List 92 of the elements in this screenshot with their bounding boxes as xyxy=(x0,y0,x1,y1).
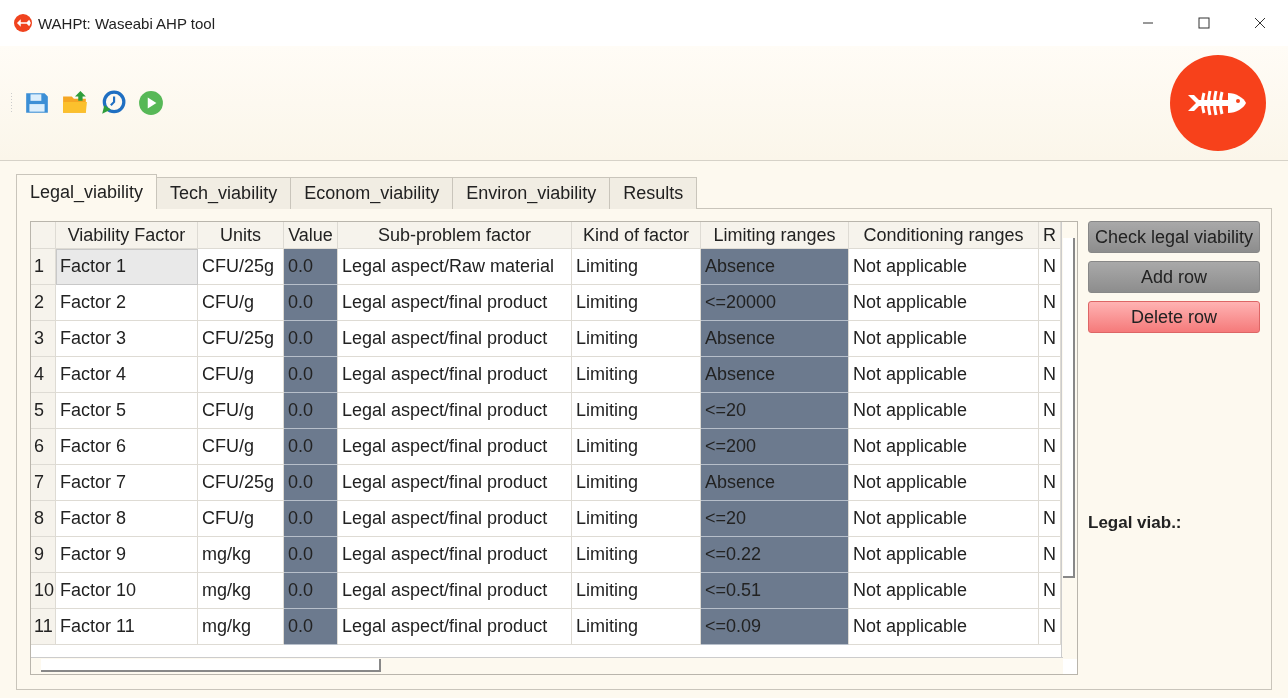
column-header[interactable]: Limiting ranges xyxy=(701,222,849,249)
table-cell: Factor 8 xyxy=(56,501,198,537)
table-cell: Not applicable xyxy=(849,393,1039,429)
tab[interactable]: Results xyxy=(609,177,698,209)
table-cell: 0.0 xyxy=(284,501,338,537)
table-cell: Legal aspect/final product xyxy=(338,573,572,609)
table-cell: Factor 11 xyxy=(56,609,198,645)
table-cell: Factor 4 xyxy=(56,357,198,393)
table-cell: 0.0 xyxy=(284,285,338,321)
table-cell: Not applicable xyxy=(849,609,1039,645)
table-cell: 0.0 xyxy=(284,357,338,393)
row-header[interactable]: 4 xyxy=(31,357,56,393)
row-header[interactable]: 3 xyxy=(31,321,56,357)
table-cell: Legal aspect/final product xyxy=(338,429,572,465)
row-header[interactable]: 1 xyxy=(31,249,56,285)
row-header[interactable]: 5 xyxy=(31,393,56,429)
table-cell: Factor 6 xyxy=(56,429,198,465)
column-header[interactable]: R xyxy=(1039,222,1061,249)
table-cell: Legal aspect/final product xyxy=(338,357,572,393)
table-cell: Factor 7 xyxy=(56,465,198,501)
table-cell: Legal aspect/Raw material xyxy=(338,249,572,285)
folder-icon[interactable] xyxy=(62,90,88,116)
table-cell: Legal aspect/final product xyxy=(338,285,572,321)
table-cell: 0.0 xyxy=(284,609,338,645)
row-header[interactable]: 6 xyxy=(31,429,56,465)
table-cell: Factor 9 xyxy=(56,537,198,573)
app-icon xyxy=(14,14,32,32)
table-cell: Legal aspect/final product xyxy=(338,321,572,357)
delete-button[interactable]: Delete row xyxy=(1088,301,1260,333)
table-cell: <=20 xyxy=(701,501,849,537)
fish-bones-drawing xyxy=(1188,89,1246,117)
row-header[interactable]: 8 xyxy=(31,501,56,537)
action-button[interactable]: Add row xyxy=(1088,261,1260,293)
clock-icon[interactable] xyxy=(100,90,126,116)
play-icon[interactable] xyxy=(138,90,164,116)
row-header[interactable]: 2 xyxy=(31,285,56,321)
table-cell: Not applicable xyxy=(849,573,1039,609)
column-header[interactable]: Kind of factor xyxy=(572,222,701,249)
table-cell: Not applicable xyxy=(849,357,1039,393)
table-cell: Factor 10 xyxy=(56,573,198,609)
table-cell: <=0.22 xyxy=(701,537,849,573)
table-cell: Legal aspect/final product xyxy=(338,393,572,429)
table-cell: Absence xyxy=(701,321,849,357)
save-icon[interactable] xyxy=(24,90,50,116)
table-cell: 0.0 xyxy=(284,393,338,429)
table-cell: 0.0 xyxy=(284,573,338,609)
column-header[interactable]: Value xyxy=(284,222,338,249)
row-header[interactable]: 10 xyxy=(31,573,56,609)
table-cell: Factor 3 xyxy=(56,321,198,357)
table-cell: 0.0 xyxy=(284,321,338,357)
tab[interactable]: Environ_viability xyxy=(452,177,611,209)
column-header[interactable]: Conditioning ranges xyxy=(849,222,1039,249)
table-cell: <=0.51 xyxy=(701,573,849,609)
table-cell: Not applicable xyxy=(849,501,1039,537)
tab[interactable]: Econom_viability xyxy=(290,177,454,209)
table-cell: 0.0 xyxy=(284,249,338,285)
column-header[interactable]: Units xyxy=(198,222,284,249)
row-header[interactable]: 9 xyxy=(31,537,56,573)
table-cell: Absence xyxy=(701,357,849,393)
vertical-scrollbar[interactable] xyxy=(1061,222,1077,659)
row-header[interactable]: 11 xyxy=(31,609,56,645)
tab[interactable]: Legal_viability xyxy=(16,174,158,209)
table-cell: 0.0 xyxy=(284,537,338,573)
horizontal-scrollbar[interactable] xyxy=(31,657,1063,674)
table-cell: Not applicable xyxy=(849,429,1039,465)
table-cell: Not applicable xyxy=(849,537,1039,573)
table-cell: Not applicable xyxy=(849,321,1039,357)
result-label: Legal viab.: xyxy=(1088,513,1183,533)
window-title: WAHPt: Waseabi AHP tool xyxy=(38,14,215,32)
table-cell: Not applicable xyxy=(849,249,1039,285)
table-cell: Absence xyxy=(701,249,849,285)
table-cell: Not applicable xyxy=(849,285,1039,321)
action-button[interactable]: Check legal viability xyxy=(1088,221,1260,253)
row-header[interactable]: 7 xyxy=(31,465,56,501)
table-cell: Legal aspect/final product xyxy=(338,501,572,537)
table-cell: <=20000 xyxy=(701,285,849,321)
table-cell: Factor 1 xyxy=(56,249,198,285)
table-cell: 0.0 xyxy=(284,465,338,501)
table-cell: 0.0 xyxy=(284,429,338,465)
table-cell: Legal aspect/final product xyxy=(338,465,572,501)
table-cell: Absence xyxy=(701,465,849,501)
table-cell: Factor 2 xyxy=(56,285,198,321)
table-cell: <=20 xyxy=(701,393,849,429)
table-cell: Factor 5 xyxy=(56,393,198,429)
table-cell: Not applicable xyxy=(849,465,1039,501)
tab[interactable]: Tech_viability xyxy=(156,177,292,209)
column-header[interactable]: Viability Factor xyxy=(56,222,198,249)
table-cell: <=200 xyxy=(701,429,849,465)
table-cell: <=0.09 xyxy=(701,609,849,645)
table-cell: Legal aspect/final product xyxy=(338,609,572,645)
table-cell: Legal aspect/final product xyxy=(338,537,572,573)
column-header[interactable]: Sub-problem factor xyxy=(338,222,572,249)
